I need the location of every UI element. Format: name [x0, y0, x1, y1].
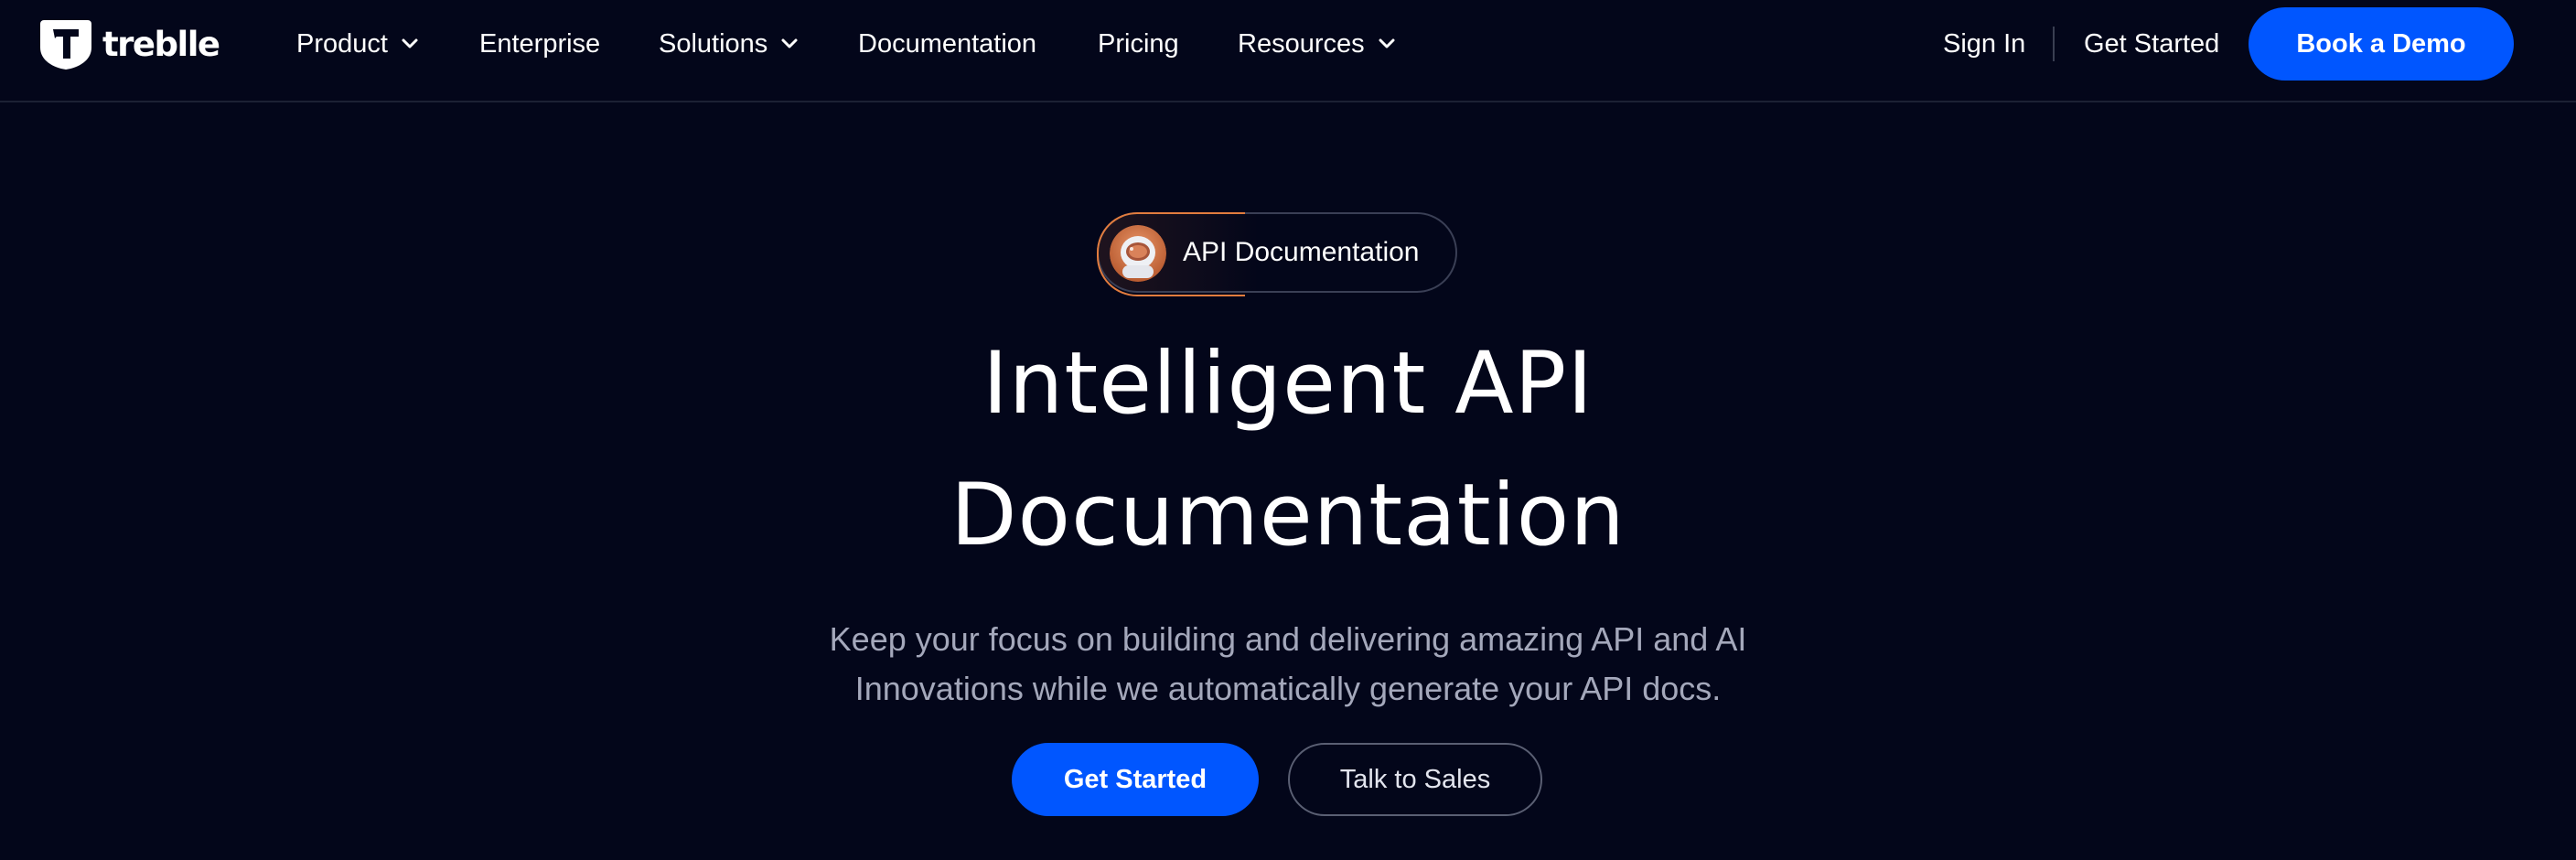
subtitle-line: Keep your focus on building and deliveri… [829, 620, 1747, 658]
chevron-down-icon [402, 38, 418, 48]
chevron-down-icon [1379, 38, 1395, 48]
nav-item-product[interactable]: Product [296, 26, 419, 62]
nav-divider [2053, 27, 2055, 61]
chevron-down-icon [781, 38, 798, 48]
nav-item-enterprise[interactable]: Enterprise [479, 26, 600, 62]
treblle-logo-icon [40, 20, 91, 70]
subtitle-line: Innovations while we automatically gener… [854, 670, 1722, 707]
top-navigation: treblle Product Enterprise Solutions Doc… [0, 0, 2576, 102]
page: treblle Product Enterprise Solutions Doc… [0, 0, 2576, 860]
page-title: Intelligent API Documentation [739, 318, 1837, 582]
logo-link[interactable]: treblle [38, 16, 220, 71]
nav-item-label: Product [296, 28, 388, 59]
talk-to-sales-button[interactable]: Talk to Sales [1288, 743, 1542, 816]
nav-item-label: Resources [1238, 28, 1365, 59]
nav-item-label: Enterprise [479, 28, 601, 59]
nav-item-documentation[interactable]: Documentation [858, 26, 1036, 62]
hero-subtitle: Keep your focus on building and deliveri… [739, 615, 1837, 714]
get-started-link[interactable]: Get Started [2084, 26, 2219, 62]
book-demo-button[interactable]: Book a Demo [2249, 7, 2514, 81]
title-line: Intelligent API [982, 334, 1594, 434]
nav-item-label: Pricing [1098, 28, 1179, 59]
nav-item-label: Solutions [659, 28, 768, 59]
nav-item-resources[interactable]: Resources [1238, 26, 1396, 62]
astronaut-avatar-icon [1110, 225, 1166, 282]
nav-item-solutions[interactable]: Solutions [659, 26, 799, 62]
product-badge: API Documentation [1097, 212, 1457, 296]
nav-item-label: Documentation [858, 28, 1037, 59]
badge-label: API Documentation [1183, 237, 1420, 267]
get-started-button[interactable]: Get Started [1012, 743, 1259, 816]
sign-in-link[interactable]: Sign In [1943, 26, 2025, 62]
title-line: Documentation [950, 466, 1626, 565]
brand-name: treblle [102, 24, 220, 64]
nav-item-pricing[interactable]: Pricing [1098, 26, 1179, 62]
